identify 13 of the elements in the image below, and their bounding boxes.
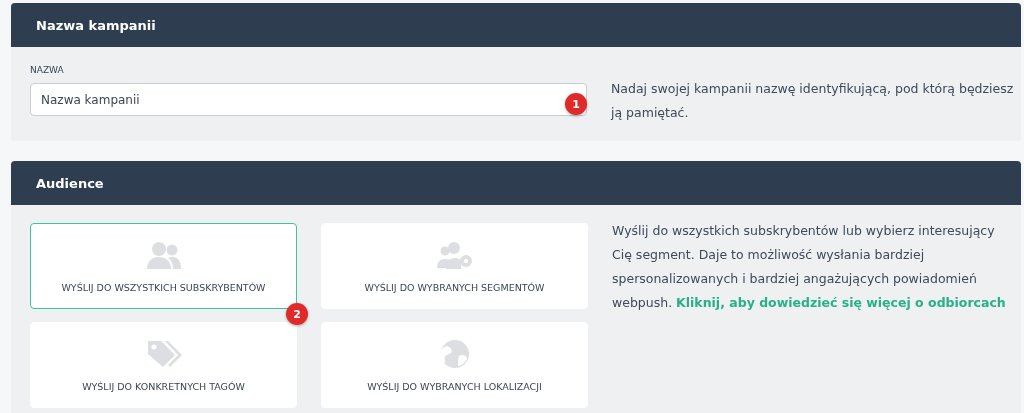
name-description: Nadaj swojej kampanii nazwę identyfikującą, pod którą będziesz ją pamiętać. — [611, 80, 1015, 122]
users-icon — [145, 239, 182, 270]
audience-option-card[interactable]: WYŚLIJ DO KONKRETNYCH TAGÓW — [30, 322, 297, 408]
step-badge: 2 — [286, 303, 308, 325]
audience-option-card[interactable]: WYŚLIJ DO WSZYSTKICH SUBSKRYBENTÓW — [30, 223, 297, 309]
audience-option-card[interactable]: WYŚLIJ DO WYBRANYCH SEGMENTÓW — [321, 223, 588, 309]
field-label: NAZWA — [30, 65, 65, 75]
users-gear-icon — [436, 239, 473, 270]
audience-description: Wyślij do wszystkich subskrybentów lub wybierz interesujący Cię segment. Daje to możliwość wysłania bardziej spersonalizowanych i bardziej angażujących powiadomień webpush. Kliknij, aby dowiedzieć się więcej o odbiorcach — [612, 222, 1007, 312]
panel-title: Audience — [36, 175, 104, 191]
panel-title: Nazwa kampanii — [36, 17, 156, 33]
audience-option-card[interactable]: WYŚLIJ DO WYBRANYCH LOKALIZACJI — [321, 322, 588, 408]
tags-icon — [145, 338, 182, 369]
